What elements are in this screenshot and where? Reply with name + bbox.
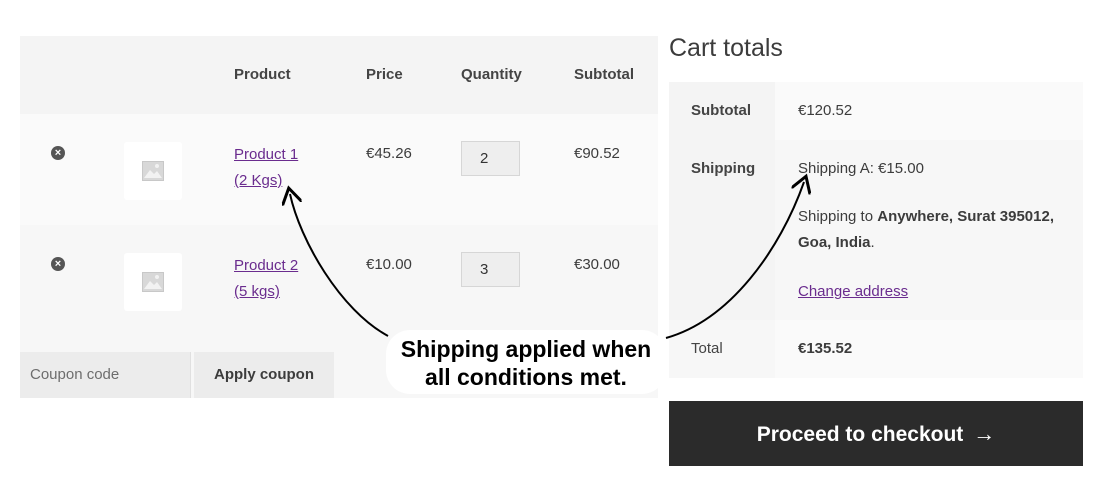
image-placeholder-icon [142, 161, 164, 181]
shipping-to-prefix: Shipping to [798, 208, 878, 225]
header-price: Price [366, 66, 403, 83]
product-thumbnail[interactable] [124, 253, 182, 311]
quantity-input[interactable]: 2 [461, 141, 520, 176]
annotation-line-1: Shipping applied when [400, 336, 652, 362]
shipping-to-suffix: . [870, 234, 875, 251]
coupon-code-input[interactable]: Coupon code [20, 352, 191, 398]
proceed-to-checkout-button[interactable]: Proceed to checkout → [669, 401, 1083, 466]
totals-row-shipping: Shipping Shipping A: €15.00 Shipping to … [669, 140, 1083, 320]
shipping-details: Shipping A: €15.00 Shipping to Anywhere,… [775, 140, 1083, 320]
image-placeholder-icon [142, 272, 164, 292]
product-link[interactable]: Product 2 (5 kgs) [234, 253, 298, 305]
checkout-label: Proceed to checkout [756, 423, 964, 446]
item-subtotal: €90.52 [574, 145, 620, 162]
table-row: × Product 1 (2 Kgs) €45.26 2 €90.52 [20, 114, 658, 225]
remove-item-icon[interactable]: × [51, 146, 65, 160]
arrow-right-icon: → [973, 421, 996, 446]
item-price: €10.00 [366, 256, 412, 273]
product-variant[interactable]: (5 kgs) [234, 279, 298, 305]
totals-row-subtotal: Subtotal €120.52 [669, 82, 1083, 140]
change-address-link[interactable]: Change address [798, 279, 1083, 305]
annotation-line-2: all conditions met. [425, 364, 627, 390]
annotation-callout: Shipping applied when all conditions met… [386, 330, 666, 394]
subtotal-label: Subtotal [669, 82, 775, 140]
total-value: €135.52 [775, 320, 1083, 378]
totals-row-total: Total €135.52 [669, 320, 1083, 378]
product-name[interactable]: Product 1 [234, 142, 298, 168]
quantity-input[interactable]: 3 [461, 252, 520, 287]
product-thumbnail[interactable] [124, 142, 182, 200]
shipping-destination: Shipping to Anywhere, Surat 395012, Goa,… [798, 204, 1083, 256]
header-subtotal: Subtotal [574, 66, 634, 83]
cart-totals-table: Subtotal €120.52 Shipping Shipping A: €1… [669, 82, 1083, 378]
apply-coupon-button[interactable]: Apply coupon [194, 352, 334, 398]
shipping-method: Shipping A: €15.00 [798, 160, 924, 177]
product-variant[interactable]: (2 Kgs) [234, 168, 298, 194]
header-product: Product [234, 66, 291, 83]
shipping-label: Shipping [669, 140, 775, 320]
product-name[interactable]: Product 2 [234, 253, 298, 279]
header-quantity: Quantity [461, 66, 522, 83]
cart-totals-title: Cart totals [669, 34, 783, 62]
product-link[interactable]: Product 1 (2 Kgs) [234, 142, 298, 194]
cart-table: Product Price Quantity Subtotal × Produc… [20, 36, 658, 336]
item-price: €45.26 [366, 145, 412, 162]
subtotal-value: €120.52 [775, 82, 1083, 140]
total-label: Total [669, 320, 775, 378]
item-subtotal: €30.00 [574, 256, 620, 273]
remove-item-icon[interactable]: × [51, 257, 65, 271]
cart-table-header: Product Price Quantity Subtotal [20, 36, 658, 114]
table-row: × Product 2 (5 kgs) €10.00 3 €30.00 [20, 225, 658, 336]
